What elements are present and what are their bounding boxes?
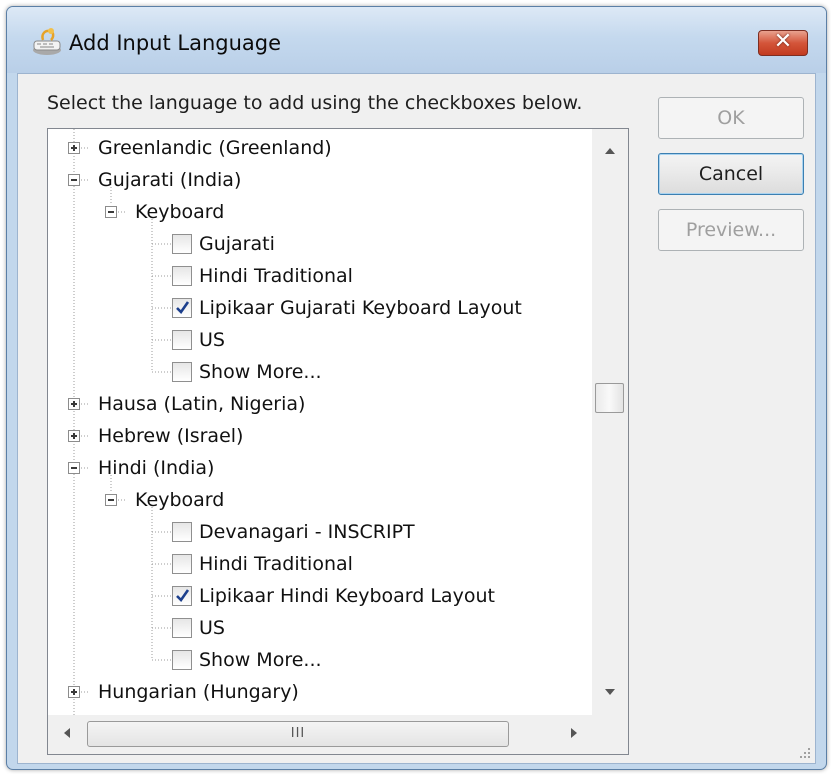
checkbox-unchecked[interactable] <box>172 330 192 350</box>
scroll-right-arrow-icon[interactable] <box>571 728 577 738</box>
ok-button[interactable]: OK <box>658 97 804 139</box>
tree-item-label: Hebrew (Israel) <box>98 425 244 447</box>
keyboard-icon <box>33 28 61 55</box>
collapse-icon[interactable] <box>105 494 117 506</box>
tree-item-label: Keyboard <box>135 201 225 223</box>
close-button[interactable]: ✕ <box>758 29 808 56</box>
preview-button[interactable]: Preview... <box>658 209 804 251</box>
horizontal-scrollbar[interactable]: III <box>48 715 592 754</box>
window-title: Add Input Language <box>69 31 282 55</box>
vertical-scrollbar[interactable] <box>592 129 628 715</box>
tree-item-label: US <box>199 617 225 639</box>
checkbox-unchecked[interactable] <box>172 234 192 254</box>
checkmark-icon <box>176 589 190 603</box>
checkbox-unchecked[interactable] <box>172 266 192 286</box>
expand-icon[interactable] <box>68 430 80 442</box>
scroll-down-arrow-icon[interactable] <box>605 689 615 695</box>
instruction-text: Select the language to add using the che… <box>47 92 583 114</box>
tree-item-label: US <box>199 329 225 351</box>
tree-item-label: Lipikaar Gujarati Keyboard Layout <box>199 297 522 319</box>
tree-item-label: Hindi Traditional <box>199 553 353 575</box>
checkbox-unchecked[interactable] <box>172 522 192 542</box>
tree-item-label: Greenlandic (Greenland) <box>98 137 332 159</box>
language-tree[interactable]: Greenlandic (Greenland) Gujarati (India) K… <box>47 128 629 755</box>
tree-item-label: Hausa (Latin, Nigeria) <box>98 393 306 415</box>
collapse-icon[interactable] <box>105 206 117 218</box>
checkbox-unchecked[interactable] <box>172 362 192 382</box>
expand-icon[interactable] <box>68 686 80 698</box>
collapse-icon[interactable] <box>68 462 80 474</box>
tree-item-label: Hungarian (Hungary) <box>98 681 299 703</box>
tree-item-label: Show More... <box>199 649 322 671</box>
checkbox-unchecked[interactable] <box>172 618 192 638</box>
tree-item-label: Devanagari - INSCRIPT <box>199 521 415 543</box>
title-bar[interactable]: Add Input Language ✕ <box>7 7 826 73</box>
expand-icon[interactable] <box>68 398 80 410</box>
dialog-body: Select the language to add using the che… <box>17 73 816 764</box>
tree-item-label: Keyboard <box>135 489 225 511</box>
scrollbar-corner <box>592 715 628 754</box>
resize-grip-icon[interactable] <box>798 746 812 760</box>
vertical-scroll-thumb[interactable] <box>595 382 624 413</box>
tree-content: Greenlandic (Greenland) Gujarati (India) K… <box>48 129 592 715</box>
tree-item-label: Gujarati <box>199 233 275 255</box>
scroll-left-arrow-icon[interactable] <box>64 728 70 738</box>
scroll-grip-icon: III <box>290 726 306 741</box>
expand-icon[interactable] <box>68 142 80 154</box>
checkbox-checked[interactable] <box>172 298 192 318</box>
horizontal-scroll-thumb[interactable]: III <box>87 721 509 747</box>
cancel-button[interactable]: Cancel <box>658 153 804 195</box>
tree-item-label: Gujarati (India) <box>98 169 242 191</box>
checkbox-checked[interactable] <box>172 586 192 606</box>
tree-item-label: Show More... <box>199 361 322 383</box>
checkmark-icon <box>176 301 190 315</box>
close-icon: ✕ <box>773 29 793 54</box>
tree-item-label: Hindi Traditional <box>199 265 353 287</box>
collapse-icon[interactable] <box>68 174 80 186</box>
tree-item-label: Lipikaar Hindi Keyboard Layout <box>199 585 495 607</box>
scroll-up-arrow-icon[interactable] <box>605 148 615 154</box>
checkbox-unchecked[interactable] <box>172 650 192 670</box>
checkbox-unchecked[interactable] <box>172 554 192 574</box>
tree-item-label: Hindi (India) <box>98 457 215 479</box>
add-input-language-dialog: Add Input Language ✕ Select the language… <box>6 6 827 770</box>
